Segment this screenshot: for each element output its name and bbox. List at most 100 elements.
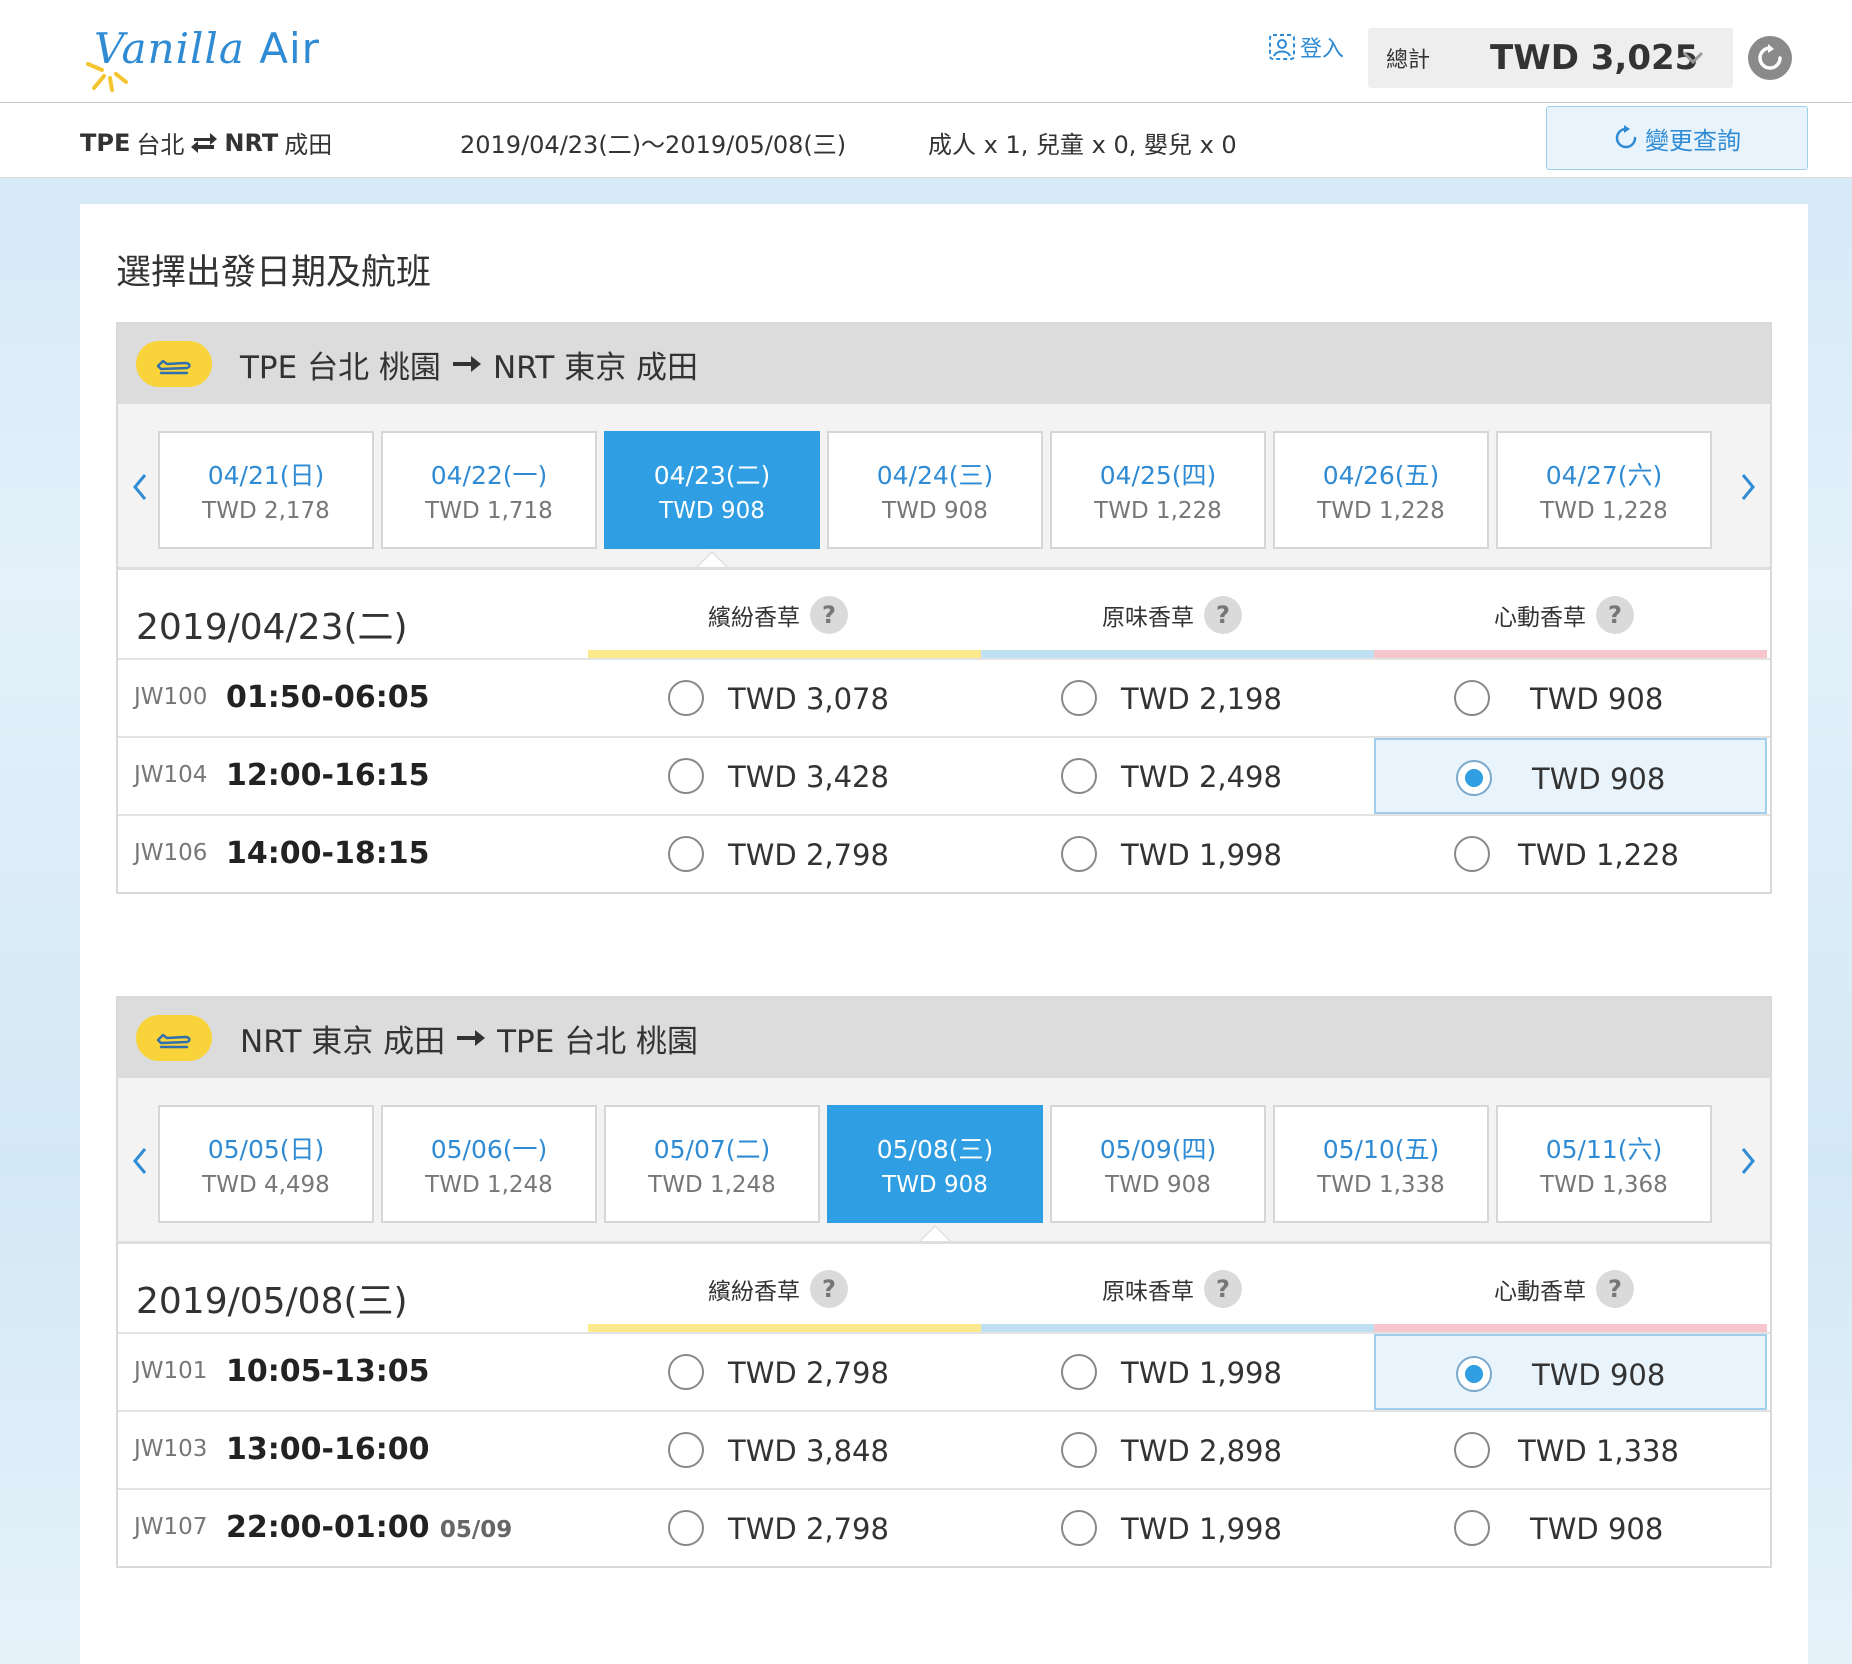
fare-option[interactable]: TWD 1,338	[1374, 1412, 1767, 1488]
fare-radio[interactable]	[1454, 1432, 1490, 1468]
fare-radio[interactable]	[1061, 1432, 1097, 1468]
help-icon[interactable]: ?	[810, 596, 848, 634]
help-icon[interactable]: ?	[810, 1270, 848, 1308]
fare-type-color-bar	[588, 650, 981, 658]
fare-radio[interactable]	[668, 1510, 704, 1546]
date-option[interactable]: 04/22(一) TWD 1,718	[381, 431, 597, 549]
fare-radio[interactable]	[1061, 1510, 1097, 1546]
dest-code: NRT	[224, 128, 279, 157]
flight-row: JW107 22:00-01:00 05/09 TWD 2,798 TWD 1,998…	[118, 1488, 1770, 1566]
fare-option[interactable]: TWD 1,998	[981, 1334, 1374, 1410]
selected-date-heading: 2019/05/08(三)	[136, 1281, 408, 1322]
fare-option[interactable]: TWD 908	[1374, 738, 1767, 814]
fare-price: TWD 3,428	[728, 760, 889, 794]
date-option-price: TWD 1,248	[425, 1172, 553, 1198]
date-option-price: TWD 1,248	[648, 1172, 776, 1198]
date-option[interactable]: 05/09(四) TWD 908	[1050, 1105, 1266, 1223]
fare-option[interactable]: TWD 908	[1374, 1334, 1767, 1410]
date-option[interactable]: 04/26(五) TWD 1,228	[1273, 431, 1489, 549]
date-option-date: 05/10(五)	[1322, 1135, 1440, 1164]
fare-option[interactable]: TWD 2,798	[588, 816, 981, 892]
fare-radio[interactable]	[1061, 758, 1097, 794]
fare-price: TWD 1,338	[1518, 1434, 1679, 1468]
help-icon[interactable]: ?	[1596, 1270, 1634, 1308]
fare-price: TWD 1,998	[1121, 1512, 1282, 1546]
date-option-price: TWD 4,498	[202, 1172, 330, 1198]
fare-price: TWD 908	[1530, 1512, 1664, 1546]
prev-week-button[interactable]	[128, 470, 152, 504]
flight-number: JW101	[134, 1358, 208, 1384]
next-week-button[interactable]	[1736, 1144, 1760, 1178]
refresh-icon	[1758, 44, 1782, 70]
fare-radio[interactable]	[668, 680, 704, 716]
flight-number: JW100	[134, 684, 208, 710]
fare-radio[interactable]	[668, 758, 704, 794]
fare-option[interactable]: TWD 3,078	[588, 660, 981, 736]
total-price-dropdown[interactable]: 總計 TWD 3,025	[1368, 28, 1733, 88]
swap-arrows-icon	[191, 132, 218, 153]
login-label: 登入	[1300, 37, 1345, 62]
date-option[interactable]: 05/05(日) TWD 4,498	[158, 1105, 374, 1223]
fare-option[interactable]: TWD 3,428	[588, 738, 981, 814]
date-option-price: TWD 908	[1105, 1172, 1211, 1198]
fare-price: TWD 2,798	[728, 1512, 889, 1546]
date-option[interactable]: 04/25(四) TWD 1,228	[1050, 431, 1266, 549]
chevron-right-icon	[1741, 1148, 1755, 1174]
fare-option[interactable]: TWD 908	[1374, 1490, 1767, 1566]
date-option[interactable]: 05/08(三) TWD 908	[827, 1105, 1043, 1241]
fare-radio[interactable]	[1454, 1510, 1490, 1546]
fare-table-header: 2019/05/08(三) 繽紛香草? 原味香草? 心動香草?	[118, 1244, 1770, 1332]
date-option[interactable]: 05/07(二) TWD 1,248	[604, 1105, 820, 1223]
fare-radio[interactable]	[1456, 760, 1492, 796]
help-icon[interactable]: ?	[1204, 1270, 1242, 1308]
date-option[interactable]: 04/21(日) TWD 2,178	[158, 431, 374, 549]
fare-radio[interactable]	[668, 836, 704, 872]
login-link[interactable]: 登入	[1268, 30, 1344, 64]
fare-option[interactable]: TWD 2,798	[588, 1334, 981, 1410]
date-option[interactable]: 05/06(一) TWD 1,248	[381, 1105, 597, 1223]
fare-option[interactable]: TWD 1,998	[981, 1490, 1374, 1566]
vanilla-air-logo[interactable]: Vanilla Air	[80, 18, 319, 92]
fare-radio[interactable]	[1454, 680, 1490, 716]
prev-week-button[interactable]	[128, 1144, 152, 1178]
date-option[interactable]: 05/11(六) TWD 1,368	[1496, 1105, 1712, 1223]
date-option[interactable]: 04/24(三) TWD 908	[827, 431, 1043, 549]
chevron-left-icon	[133, 474, 147, 500]
reset-button[interactable]	[1748, 36, 1792, 80]
date-option[interactable]: 04/27(六) TWD 1,228	[1496, 431, 1712, 549]
flight-number: JW104	[134, 762, 208, 788]
fare-option[interactable]: TWD 2,798	[588, 1490, 981, 1566]
date-option-date: 05/07(二)	[653, 1135, 771, 1164]
flight-time: 12:00-16:15	[226, 758, 429, 793]
fare-type-color-bar	[981, 650, 1374, 658]
fare-radio[interactable]	[1061, 680, 1097, 716]
fare-option[interactable]: TWD 1,998	[981, 816, 1374, 892]
date-option-price: TWD 908	[882, 498, 988, 524]
date-option[interactable]: 05/10(五) TWD 1,338	[1273, 1105, 1489, 1223]
fare-radio[interactable]	[1061, 1354, 1097, 1390]
fare-type-color-bar	[1374, 1324, 1767, 1332]
fare-option[interactable]: TWD 2,498	[981, 738, 1374, 814]
fare-radio[interactable]	[1061, 836, 1097, 872]
date-option-price: TWD 1,368	[1540, 1172, 1668, 1198]
flight-number: JW107	[134, 1514, 208, 1540]
fare-option[interactable]: TWD 908	[1374, 660, 1767, 736]
fare-option[interactable]: TWD 3,848	[588, 1412, 981, 1488]
fare-type-name: 心動香草	[1494, 1279, 1586, 1305]
help-icon[interactable]: ?	[1596, 596, 1634, 634]
return-leg: NRT 東京 成田 TPE 台北 桃園 05/05(日) TWD 4,498 05/06…	[116, 996, 1772, 1568]
route-summary: TPE 台北 NRT 成田	[80, 125, 332, 160]
fare-price: TWD 2,798	[728, 838, 889, 872]
fare-radio[interactable]	[1456, 1356, 1492, 1392]
fare-option[interactable]: TWD 1,228	[1374, 816, 1767, 892]
fare-radio[interactable]	[668, 1432, 704, 1468]
fare-option[interactable]: TWD 2,198	[981, 660, 1374, 736]
flight-time: 10:05-13:05	[226, 1354, 429, 1389]
modify-search-button[interactable]: 變更查詢	[1546, 106, 1808, 170]
next-week-button[interactable]	[1736, 470, 1760, 504]
fare-radio[interactable]	[1454, 836, 1490, 872]
fare-radio[interactable]	[668, 1354, 704, 1390]
fare-option[interactable]: TWD 2,898	[981, 1412, 1374, 1488]
help-icon[interactable]: ?	[1204, 596, 1242, 634]
date-option[interactable]: 04/23(二) TWD 908	[604, 431, 820, 567]
